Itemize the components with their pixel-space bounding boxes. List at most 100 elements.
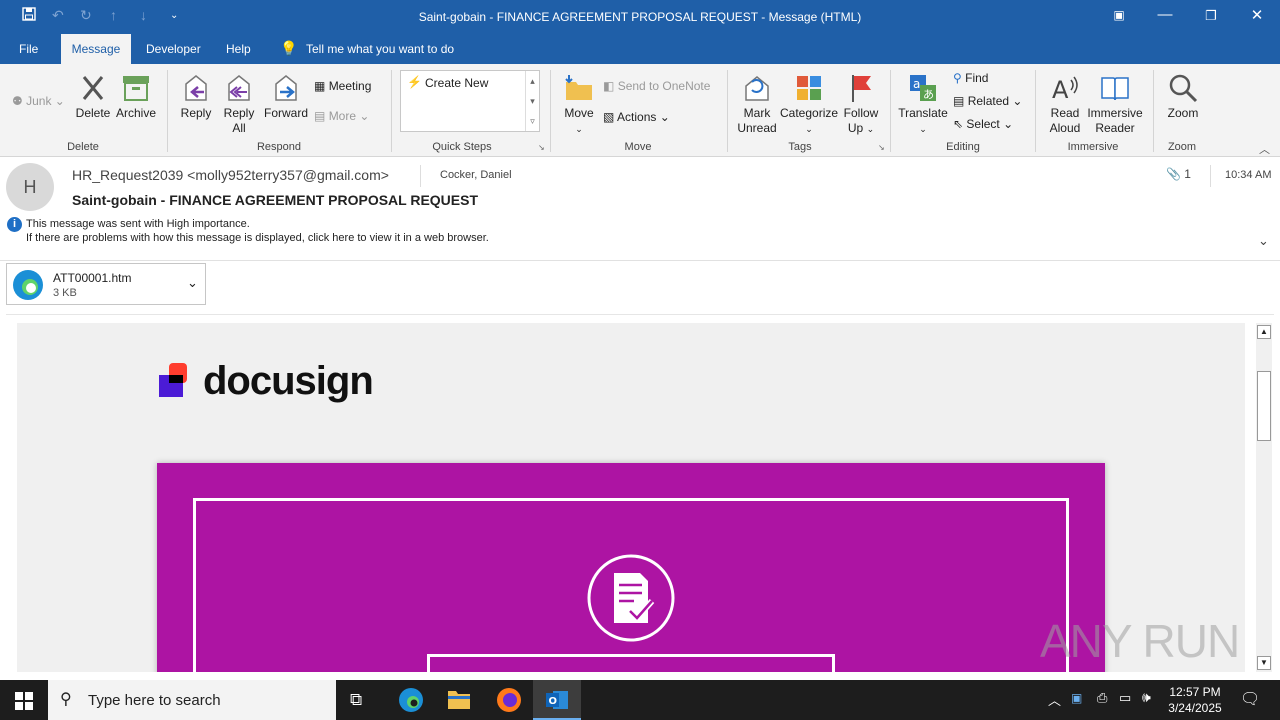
divider [1153, 70, 1154, 152]
tab-file[interactable]: File [19, 42, 38, 56]
ribbon-display-icon[interactable]: ▣ [1104, 8, 1134, 22]
related-icon: ▤ [953, 94, 965, 108]
sender[interactable]: HR_Request2039 <molly952terry357@gmail.c… [72, 167, 389, 183]
tell-me-search[interactable]: Tell me what you want to do [306, 42, 454, 56]
create-new-step[interactable]: Create New [425, 76, 488, 90]
follow-up-button[interactable]: Follow Up ⌄ [840, 72, 882, 137]
delete-button[interactable]: Delete [72, 72, 114, 121]
reply-icon [185, 75, 207, 101]
review-document-button[interactable] [427, 654, 835, 672]
minimize-button[interactable]: — [1150, 6, 1180, 23]
view-in-browser-notice[interactable]: If there are problems with how this mess… [26, 232, 489, 244]
received-time: 10:34 AM [1225, 169, 1272, 181]
junk-button[interactable]: ⚉ Junk ⌄ [12, 94, 65, 108]
zoom-icon [1169, 74, 1198, 103]
tags-group-label: Tags [788, 141, 812, 153]
select-button[interactable]: ⇖ Select ⌄ [953, 117, 1013, 131]
meeting-icon: ▦ [314, 79, 326, 93]
archive-button[interactable]: Archive [114, 72, 158, 121]
edge-browser-icon[interactable] [398, 687, 424, 713]
clock-date: 3/24/2025 [1168, 701, 1222, 715]
attachment-count: 📎 1 [1166, 167, 1191, 181]
attachment-card[interactable]: ATT00001.htm 3 KB ⌄ [6, 263, 206, 305]
divider [1210, 165, 1211, 187]
lightbulb-icon: 💡 [280, 40, 298, 56]
find-button[interactable]: ⚲ Find [953, 71, 988, 85]
read-aloud-button[interactable]: A Read Aloud [1044, 72, 1086, 136]
zoom-button[interactable]: Zoom [1162, 72, 1204, 121]
task-view-icon[interactable]: ⧉ [350, 690, 362, 710]
move-group-label: Move [624, 141, 652, 153]
chevron-down-icon[interactable]: ⌄ [187, 275, 198, 291]
reply-all-button[interactable]: Reply All [219, 72, 259, 136]
divider [890, 70, 891, 152]
clock-time: 12:57 PM [1169, 685, 1221, 699]
chevron-down-icon: ⌄ [919, 124, 927, 134]
tab-help[interactable]: Help [226, 42, 251, 56]
tab-developer[interactable]: Developer [146, 42, 201, 56]
divider [420, 165, 421, 187]
send-to-onenote-button[interactable]: ◧ Send to OneNote [603, 79, 710, 93]
respond-group-label: Respond [256, 141, 302, 153]
ribbon-tabs: File Message Developer Help 💡 Tell me wh… [0, 34, 1280, 64]
immersive-reader-button[interactable]: Immersive Reader [1086, 72, 1144, 136]
title-bar: ↶ ↻ ↑ ↓ ⌄ Saint-gobain - FINANCE AGREEME… [0, 0, 1280, 34]
expand-header-icon[interactable]: ⌄ [1258, 233, 1269, 249]
move-button[interactable]: Move ⌄ [558, 72, 600, 137]
move-folder-icon [565, 75, 592, 100]
divider [550, 70, 551, 152]
chevron-down-icon: ⌄ [805, 124, 813, 134]
delete-icon [82, 76, 104, 100]
actions-icon: ▧ [603, 110, 615, 124]
docusign-banner [157, 463, 1105, 672]
importance-notice: This message was sent with High importan… [26, 218, 250, 230]
tab-message[interactable]: Message [61, 34, 131, 64]
ribbon: ⚉ Junk ⌄ Delete Archive Delete Reply Rep… [0, 64, 1280, 157]
quick-steps-gallery[interactable]: ⚡ Create New ▴ ▾ ▿ [400, 70, 540, 132]
attachment-size: 3 KB [53, 287, 77, 299]
chevron-down-icon: ⌄ [575, 124, 583, 134]
volume-icon[interactable]: 🕪 [1142, 689, 1151, 706]
categorize-button[interactable]: Categorize ⌄ [780, 72, 838, 137]
close-button[interactable]: ✕ [1242, 6, 1272, 24]
search-placeholder: Type here to search [88, 692, 221, 709]
network-icon[interactable]: ▭ [1119, 690, 1131, 706]
actions-button[interactable]: ▧ Actions ⌄ [603, 110, 670, 124]
categorize-icon [797, 76, 821, 100]
onenote-icon: ◧ [603, 79, 615, 93]
notifications-icon[interactable]: 🗨 [1240, 689, 1260, 709]
mark-unread-button[interactable]: Mark Unread [734, 72, 780, 136]
taskbar-search[interactable]: ⚲ Type here to search [48, 680, 336, 720]
gallery-scroll[interactable]: ▴ ▾ ▿ [525, 71, 539, 131]
more-button[interactable]: ▤ More ⌄ [314, 109, 369, 123]
outlook-tray-icon[interactable]: ▣ [1071, 691, 1082, 705]
restore-button[interactable]: ❐ [1196, 8, 1226, 24]
window-title: Saint-gobain - FINANCE AGREEMENT PROPOSA… [418, 10, 862, 24]
divider [391, 70, 392, 152]
junk-icon: ⚉ [12, 94, 23, 108]
forward-button[interactable]: Forward [263, 72, 309, 121]
windows-start-icon[interactable] [15, 692, 33, 710]
meeting-button[interactable]: ▦ Meeting [314, 79, 371, 93]
search-icon: ⚲ [60, 691, 72, 708]
translate-button[interactable]: aあ Translate ⌄ [897, 72, 949, 137]
docusign-logo-mark [159, 363, 187, 397]
reply-button[interactable]: Reply [176, 72, 216, 121]
recipient[interactable]: Cocker, Daniel [440, 169, 512, 181]
scroll-thumb[interactable] [1257, 371, 1271, 441]
dialog-launcher-icon[interactable]: ↘ [878, 143, 885, 152]
firefox-icon[interactable] [496, 687, 522, 713]
clock[interactable]: 12:57 PM 3/24/2025 [1162, 684, 1228, 716]
dialog-launcher-icon[interactable]: ↘ [538, 143, 545, 152]
tray-expand-icon[interactable]: ︿ [1048, 690, 1061, 709]
scroll-up-arrow[interactable]: ▲ [1257, 325, 1271, 339]
scroll-down-arrow[interactable]: ▼ [1257, 656, 1271, 670]
collapse-ribbon-icon[interactable]: ︿ [1259, 141, 1270, 157]
divider [6, 314, 1274, 315]
outlook-taskbar-button[interactable]: O [533, 680, 581, 720]
related-button[interactable]: ▤ Related ⌄ [953, 94, 1022, 108]
scrollbar[interactable]: ▲ ▼ [1256, 323, 1272, 672]
file-explorer-icon[interactable] [447, 688, 471, 710]
device-tray-icon[interactable]: ⎙ [1097, 690, 1107, 706]
delete-group-label: Delete [67, 141, 99, 153]
